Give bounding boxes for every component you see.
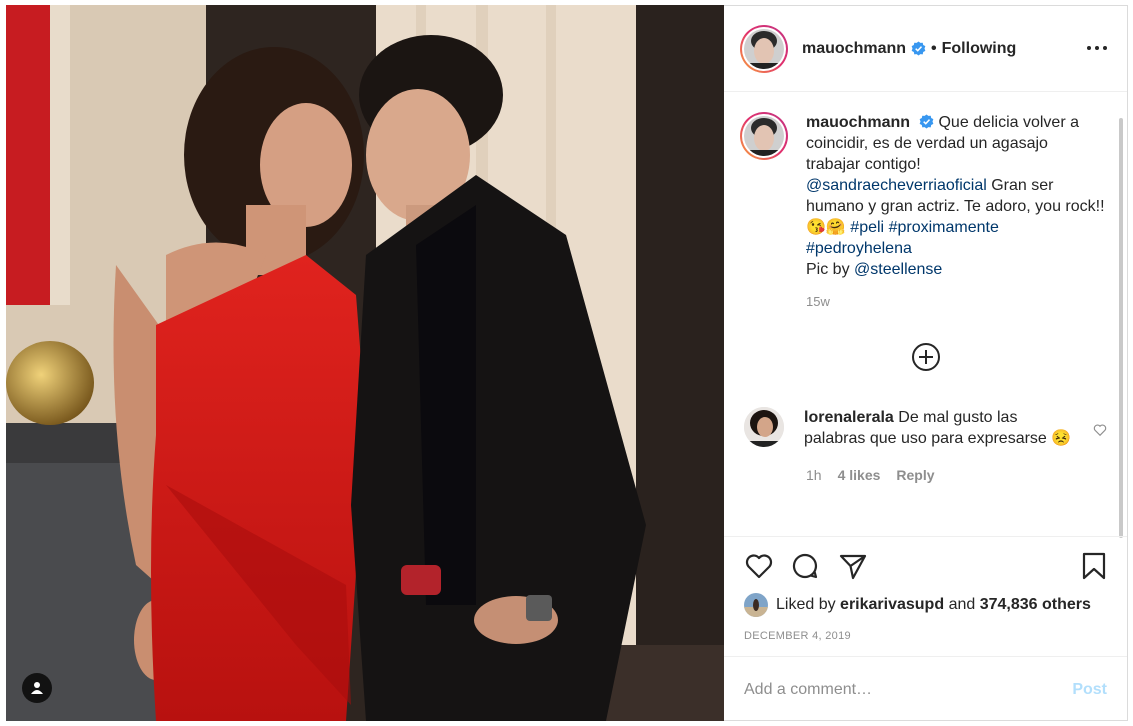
post-photo[interactable] bbox=[6, 5, 724, 721]
user-tag-icon bbox=[31, 682, 43, 694]
user-tag-button[interactable] bbox=[22, 673, 52, 703]
caption-username[interactable]: mauochmann bbox=[806, 114, 910, 131]
liker-avatar[interactable] bbox=[744, 593, 768, 617]
header-separator: • bbox=[931, 39, 937, 57]
post-date[interactable]: DECEMBER 4, 2019 bbox=[744, 630, 851, 642]
comments-scrollbar[interactable] bbox=[1119, 118, 1123, 538]
hashtag-pedroyhelena[interactable]: #pedroyhelena bbox=[806, 240, 912, 257]
caption-timestamp[interactable]: 15w bbox=[806, 294, 1127, 309]
caption: mauochmann Que delicia volver a coincidi… bbox=[724, 92, 1127, 280]
post-side-panel: mauochmann • Following mauochmann Que de… bbox=[724, 5, 1128, 721]
load-more-icon[interactable] bbox=[911, 343, 940, 371]
author-username[interactable]: mauochmann bbox=[802, 40, 906, 58]
comment-likes[interactable]: 4 likes bbox=[838, 467, 881, 483]
caption-body-3: Pic by bbox=[806, 261, 850, 278]
add-comment-input[interactable] bbox=[744, 680, 1073, 699]
comment-time[interactable]: 1h bbox=[806, 467, 822, 483]
comment-icon[interactable] bbox=[790, 551, 820, 581]
liker-username[interactable]: erikarivasupd bbox=[840, 596, 944, 614]
action-bar bbox=[724, 536, 1127, 596]
add-comment-bar: Post bbox=[724, 656, 1127, 722]
comment-meta: 1h 4 likes Reply bbox=[806, 467, 1127, 483]
heart-icon[interactable] bbox=[744, 551, 774, 581]
more-icon bbox=[1087, 46, 1091, 50]
caption-avatar[interactable] bbox=[740, 112, 788, 160]
comment-text: lorenalerala De mal gusto las palabras q… bbox=[804, 407, 1074, 449]
comment: lorenalerala De mal gusto las palabras q… bbox=[724, 371, 1127, 449]
more-options-button[interactable] bbox=[1087, 38, 1107, 58]
share-icon[interactable] bbox=[838, 551, 868, 581]
bookmark-icon[interactable] bbox=[1079, 551, 1109, 581]
verified-icon bbox=[911, 41, 926, 56]
author-avatar[interactable] bbox=[740, 24, 788, 73]
likes-conjunction: and bbox=[948, 596, 976, 613]
following-button[interactable]: Following bbox=[942, 40, 1017, 58]
likes-summary: Liked by erikarivasupd and 374,836 other… bbox=[744, 593, 1091, 617]
post-comment-button[interactable]: Post bbox=[1072, 681, 1107, 699]
post-header: mauochmann • Following bbox=[724, 6, 1127, 92]
hashtag-peli[interactable]: #peli bbox=[850, 219, 884, 236]
caption-mention[interactable]: @sandraecheverriaoficial bbox=[806, 177, 987, 194]
caption-photographer-mention[interactable]: @steellense bbox=[854, 261, 942, 278]
photo-illustration bbox=[6, 5, 724, 721]
comments-list[interactable]: mauochmann Que delicia volver a coincidi… bbox=[724, 92, 1127, 535]
instagram-post-dialog: mauochmann • Following mauochmann Que de… bbox=[0, 0, 1133, 726]
hashtag-proximamente[interactable]: #proximamente bbox=[889, 219, 999, 236]
verified-icon bbox=[920, 114, 934, 129]
likes-prefix: Liked by bbox=[776, 596, 836, 613]
likes-count[interactable]: 374,836 others bbox=[980, 596, 1091, 614]
comment-like-icon[interactable] bbox=[1093, 423, 1107, 437]
comment-reply-button[interactable]: Reply bbox=[896, 467, 934, 483]
caption-text: mauochmann Que delicia volver a coincidi… bbox=[806, 112, 1106, 280]
commenter-username[interactable]: lorenalerala bbox=[804, 409, 894, 426]
commenter-avatar[interactable] bbox=[744, 407, 784, 447]
author-avatar-photo bbox=[744, 28, 784, 69]
